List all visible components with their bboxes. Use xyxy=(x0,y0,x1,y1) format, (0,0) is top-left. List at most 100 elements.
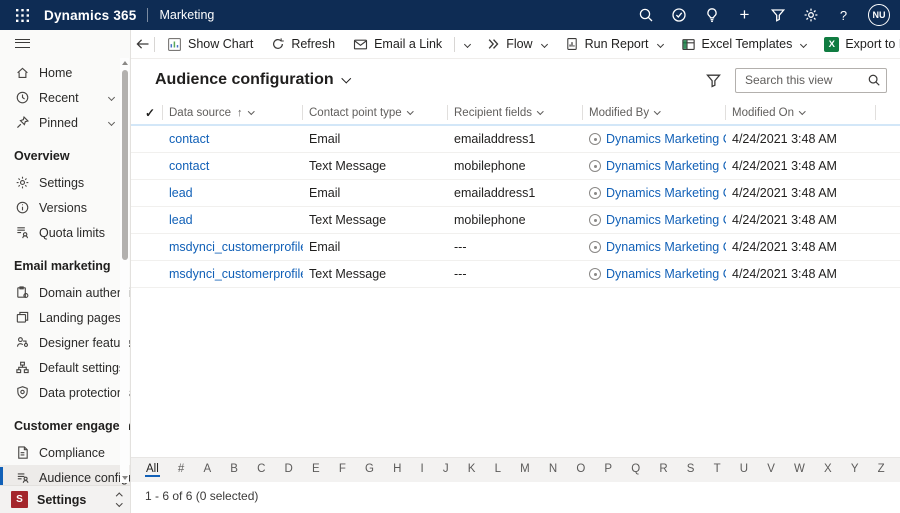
data-source-link[interactable]: lead xyxy=(163,213,303,227)
chevron-down-icon[interactable] xyxy=(108,119,115,126)
column-header-contact-point-type[interactable]: Contact point type xyxy=(303,105,448,120)
email-a-link-overflow-chevron[interactable] xyxy=(458,31,477,57)
run-report-button[interactable]: Run Report xyxy=(556,31,672,57)
alpha-filter[interactable]: A xyxy=(202,463,212,478)
help-icon[interactable]: ? xyxy=(827,0,860,30)
sidebar-item-home[interactable]: Home xyxy=(0,60,130,85)
table-row[interactable]: lead Text Message mobilephone Dynamics M… xyxy=(131,207,900,234)
alpha-filter[interactable]: K xyxy=(467,463,477,478)
data-source-link[interactable]: lead xyxy=(163,186,303,200)
sidebar-item-data-protections[interactable]: Data protections xyxy=(0,380,130,405)
app-launcher-waffle-icon[interactable] xyxy=(0,0,44,30)
alpha-filter[interactable]: E xyxy=(311,463,321,478)
alpha-filter[interactable]: H xyxy=(392,463,402,478)
table-row[interactable]: msdynci_customerprofile Email --- Dynami… xyxy=(131,234,900,261)
modified-by-link[interactable]: Dynamics Marketing Custom xyxy=(606,240,726,254)
sidebar-item-quota-limits[interactable]: Quota limits xyxy=(0,220,130,245)
column-menu-chevron-icon[interactable] xyxy=(248,108,254,114)
run-report-chevron-icon[interactable] xyxy=(656,40,663,47)
alpha-filter[interactable]: X xyxy=(823,463,833,478)
alpha-filter[interactable]: S xyxy=(686,463,696,478)
alpha-filter-all[interactable]: All xyxy=(145,463,160,478)
alpha-filter[interactable]: L xyxy=(494,463,502,478)
modified-by-link[interactable]: Dynamics Marketing Custom xyxy=(606,213,726,227)
alpha-filter[interactable]: R xyxy=(658,463,668,478)
sidebar-item-default-settings[interactable]: Default settings xyxy=(0,355,130,380)
alpha-filter[interactable]: O xyxy=(575,463,586,478)
sidebar-item-audience-configuration[interactable]: Audience configur... xyxy=(0,465,130,485)
sidebar-item-designer-feature[interactable]: Designer feature ... xyxy=(0,330,130,355)
lightbulb-icon[interactable] xyxy=(695,0,728,30)
modified-by-link[interactable]: Dynamics Marketing Custom xyxy=(606,132,726,146)
column-menu-chevron-icon[interactable] xyxy=(407,108,413,114)
column-header-modified-on[interactable]: Modified On xyxy=(726,105,876,120)
scrollbar-up-arrow-icon[interactable] xyxy=(120,58,129,68)
chevron-down-icon[interactable] xyxy=(108,94,115,101)
email-a-link-button[interactable]: Email a Link xyxy=(344,31,451,57)
alpha-filter[interactable]: U xyxy=(739,463,749,478)
alpha-filter[interactable]: Y xyxy=(850,463,860,478)
table-row[interactable]: contact Email emailaddress1 Dynamics Mar… xyxy=(131,126,900,153)
sidebar-item-settings[interactable]: Settings xyxy=(0,170,130,195)
modified-by-link[interactable]: Dynamics Marketing Custom xyxy=(606,267,726,281)
area-switcher[interactable]: S Settings xyxy=(0,485,130,513)
select-all-checkmark-icon[interactable]: ✓ xyxy=(143,105,163,120)
sidebar-scrollbar[interactable] xyxy=(120,58,129,483)
sidebar-item-compliance[interactable]: Compliance xyxy=(0,440,130,465)
gear-icon[interactable] xyxy=(794,0,827,30)
column-header-modified-by[interactable]: Modified By xyxy=(583,105,726,120)
alpha-filter[interactable]: P xyxy=(603,463,613,478)
data-source-link[interactable]: msdynci_customerprofile xyxy=(163,240,303,254)
search-magnifier-icon[interactable] xyxy=(867,73,881,92)
data-source-link[interactable]: contact xyxy=(163,159,303,173)
refresh-button[interactable]: Refresh xyxy=(262,31,344,57)
alpha-filter[interactable]: G xyxy=(364,463,375,478)
excel-templates-button[interactable]: Excel Templates xyxy=(672,31,816,57)
area-switcher-toggle-icon[interactable] xyxy=(117,494,122,505)
flow-chevron-icon[interactable] xyxy=(541,40,548,47)
table-row[interactable]: contact Text Message mobilephone Dynamic… xyxy=(131,153,900,180)
hamburger-menu-icon[interactable] xyxy=(0,30,130,56)
flow-button[interactable]: Flow xyxy=(477,31,555,57)
modified-by-link[interactable]: Dynamics Marketing Custom xyxy=(606,159,726,173)
alpha-filter[interactable]: I xyxy=(420,463,425,478)
alpha-filter[interactable]: # xyxy=(177,463,185,478)
data-source-link[interactable]: contact xyxy=(163,132,303,146)
sidebar-item-domain-authentication[interactable]: Domain authentic... xyxy=(0,280,130,305)
filter-icon[interactable] xyxy=(761,0,794,30)
modified-by-link[interactable]: Dynamics Marketing Custom xyxy=(606,186,726,200)
view-selector[interactable]: Audience configuration xyxy=(155,71,349,89)
column-header-data-source[interactable]: Data source ↑ xyxy=(163,105,303,120)
table-row[interactable]: lead Email emailaddress1 Dynamics Market… xyxy=(131,180,900,207)
sidebar-item-recent[interactable]: Recent xyxy=(0,85,130,110)
alpha-filter[interactable]: C xyxy=(256,463,266,478)
export-to-excel-button[interactable]: X Export to Excel xyxy=(815,31,900,57)
sidebar-item-pinned[interactable]: Pinned xyxy=(0,110,130,135)
back-button[interactable] xyxy=(135,31,151,57)
alpha-filter[interactable]: M xyxy=(519,463,531,478)
brand-title[interactable]: Dynamics 365 xyxy=(44,8,136,23)
alpha-filter[interactable]: W xyxy=(793,463,806,478)
scrollbar-thumb[interactable] xyxy=(122,70,128,260)
table-row[interactable]: msdynci_customerprofile Text Message ---… xyxy=(131,261,900,288)
alpha-filter[interactable]: V xyxy=(766,463,776,478)
check-circle-icon[interactable] xyxy=(662,0,695,30)
column-header-recipient-fields[interactable]: Recipient fields xyxy=(448,105,583,120)
alpha-filter[interactable]: D xyxy=(284,463,294,478)
alpha-filter[interactable]: J xyxy=(442,463,450,478)
search-input[interactable] xyxy=(735,68,887,93)
column-menu-chevron-icon[interactable] xyxy=(799,108,805,114)
scrollbar-down-arrow-icon[interactable] xyxy=(120,473,129,483)
alpha-filter[interactable]: Q xyxy=(630,463,641,478)
alpha-filter[interactable]: B xyxy=(229,463,239,478)
app-name[interactable]: Marketing xyxy=(159,8,214,22)
user-avatar[interactable]: NU xyxy=(868,4,890,26)
search-icon[interactable] xyxy=(629,0,662,30)
alpha-filter[interactable]: Z xyxy=(877,463,886,478)
sidebar-item-versions[interactable]: Versions xyxy=(0,195,130,220)
alpha-filter[interactable]: N xyxy=(548,463,558,478)
excel-templates-chevron-icon[interactable] xyxy=(800,40,807,47)
column-menu-chevron-icon[interactable] xyxy=(537,108,543,114)
data-source-link[interactable]: msdynci_customerprofile xyxy=(163,267,303,281)
sidebar-item-landing-pages[interactable]: Landing pages xyxy=(0,305,130,330)
